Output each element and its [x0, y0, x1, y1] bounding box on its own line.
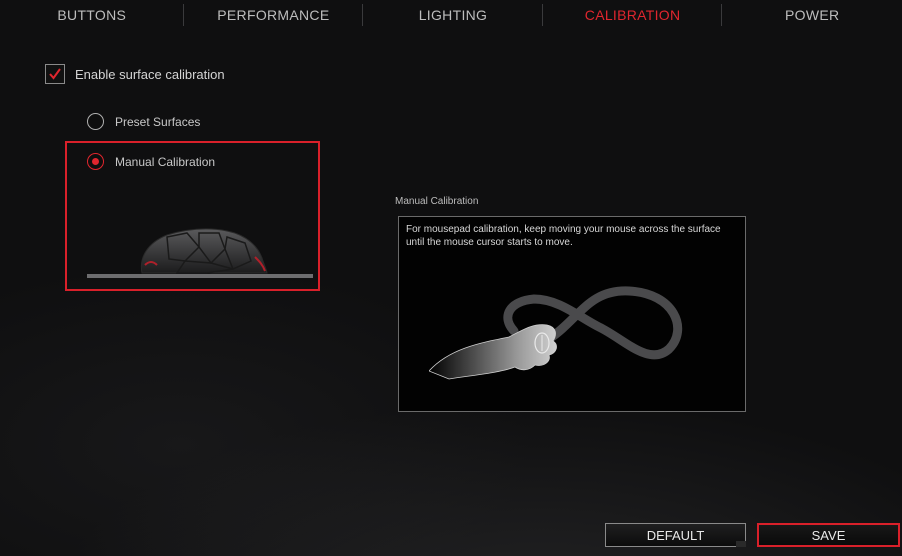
default-button-label: DEFAULT — [646, 527, 705, 543]
manual-calibration-radio[interactable] — [87, 153, 104, 170]
preset-surfaces-option[interactable]: Preset Surfaces — [87, 113, 200, 130]
save-button-label: SAVE — [811, 527, 846, 543]
save-button[interactable]: SAVE — [757, 523, 900, 547]
manual-calibration-panel: For mousepad calibration, keep moving yo… — [398, 216, 746, 412]
tab-buttons[interactable]: BUTTONS — [0, 0, 184, 30]
tab-power[interactable]: POWER — [722, 0, 902, 30]
panel-title: Manual Calibration — [395, 196, 479, 207]
hand-infinity-motion-illustration — [429, 286, 683, 380]
tab-lighting[interactable]: LIGHTING — [363, 0, 543, 30]
tab-label: BUTTONS — [57, 7, 127, 23]
enable-calibration-checkbox[interactable] — [45, 64, 65, 84]
gaming-mouse-icon — [87, 228, 313, 278]
enable-calibration-row[interactable]: Enable surface calibration — [45, 64, 225, 84]
checkmark-icon — [49, 68, 61, 80]
tab-label: CALIBRATION — [584, 7, 681, 23]
preset-surfaces-label: Preset Surfaces — [115, 114, 201, 129]
tab-calibration[interactable]: CALIBRATION — [543, 0, 723, 30]
tab-bar: BUTTONS PERFORMANCE LIGHTING CALIBRATION… — [0, 0, 902, 30]
tab-label: LIGHTING — [418, 7, 488, 23]
preset-surfaces-radio[interactable] — [87, 113, 104, 130]
tab-label: PERFORMANCE — [217, 7, 330, 23]
default-button[interactable]: DEFAULT — [605, 523, 746, 547]
radio-selected-dot — [92, 158, 99, 165]
panel-description: For mousepad calibration, keep moving yo… — [406, 224, 721, 248]
tab-performance[interactable]: PERFORMANCE — [184, 0, 364, 30]
button-corner-notch — [736, 541, 746, 547]
manual-calibration-label: Manual Calibration — [115, 154, 216, 169]
manual-calibration-option[interactable]: Manual Calibration — [87, 153, 215, 170]
tab-label: POWER — [785, 7, 840, 23]
enable-calibration-label: Enable surface calibration — [75, 66, 225, 82]
